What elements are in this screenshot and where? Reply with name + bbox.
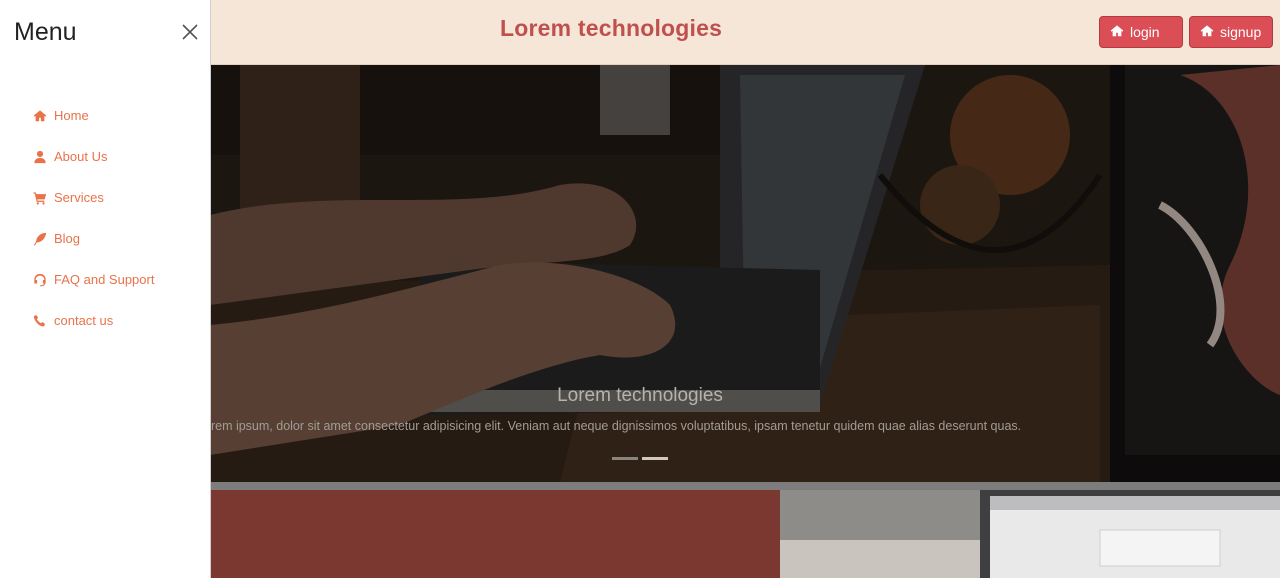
close-button[interactable]	[180, 22, 200, 42]
menu-item-services[interactable]: Services	[33, 177, 154, 218]
home-icon	[33, 109, 47, 123]
menu-item-label: Home	[54, 107, 89, 123]
headset-icon	[33, 273, 47, 287]
signup-label: signup	[1220, 24, 1262, 40]
menu-item-faq-support[interactable]: FAQ and Support	[33, 259, 154, 300]
menu-title: Menu	[14, 18, 77, 46]
menu-item-about-us[interactable]: About Us	[33, 136, 154, 177]
home-icon	[1110, 24, 1124, 41]
menu-item-blog[interactable]: Blog	[33, 218, 154, 259]
menu-item-label: Blog	[54, 230, 81, 246]
carousel-indicator-2[interactable]	[642, 457, 668, 460]
carousel-indicators	[612, 457, 668, 460]
feather-icon	[33, 232, 47, 246]
feature-image	[780, 490, 1280, 578]
carousel-indicator-1[interactable]	[612, 457, 638, 460]
phone-icon	[33, 314, 47, 328]
offcanvas-menu: Menu Home About Us Services Blog FAQ and…	[0, 0, 211, 578]
menu-item-label: Services	[54, 189, 104, 205]
login-label: login	[1130, 24, 1160, 40]
menu-list: Home About Us Services Blog FAQ and Supp…	[33, 95, 154, 341]
menu-item-label: About Us	[54, 148, 108, 164]
menu-item-label: FAQ and Support	[54, 271, 155, 287]
menu-item-contact-us[interactable]: contact us	[33, 300, 154, 341]
menu-item-home[interactable]: Home	[33, 95, 154, 136]
brand-title[interactable]: Lorem technologies	[500, 15, 722, 42]
user-icon	[33, 150, 47, 164]
home-icon	[1200, 24, 1214, 41]
close-icon	[182, 24, 198, 40]
hero-text: orem ipsum, dolor sit amet consectetur a…	[204, 419, 1022, 433]
cart-icon	[33, 191, 47, 205]
signup-button[interactable]: signup	[1189, 16, 1273, 48]
login-button[interactable]: login	[1099, 16, 1183, 48]
menu-item-label: contact us	[54, 312, 114, 328]
